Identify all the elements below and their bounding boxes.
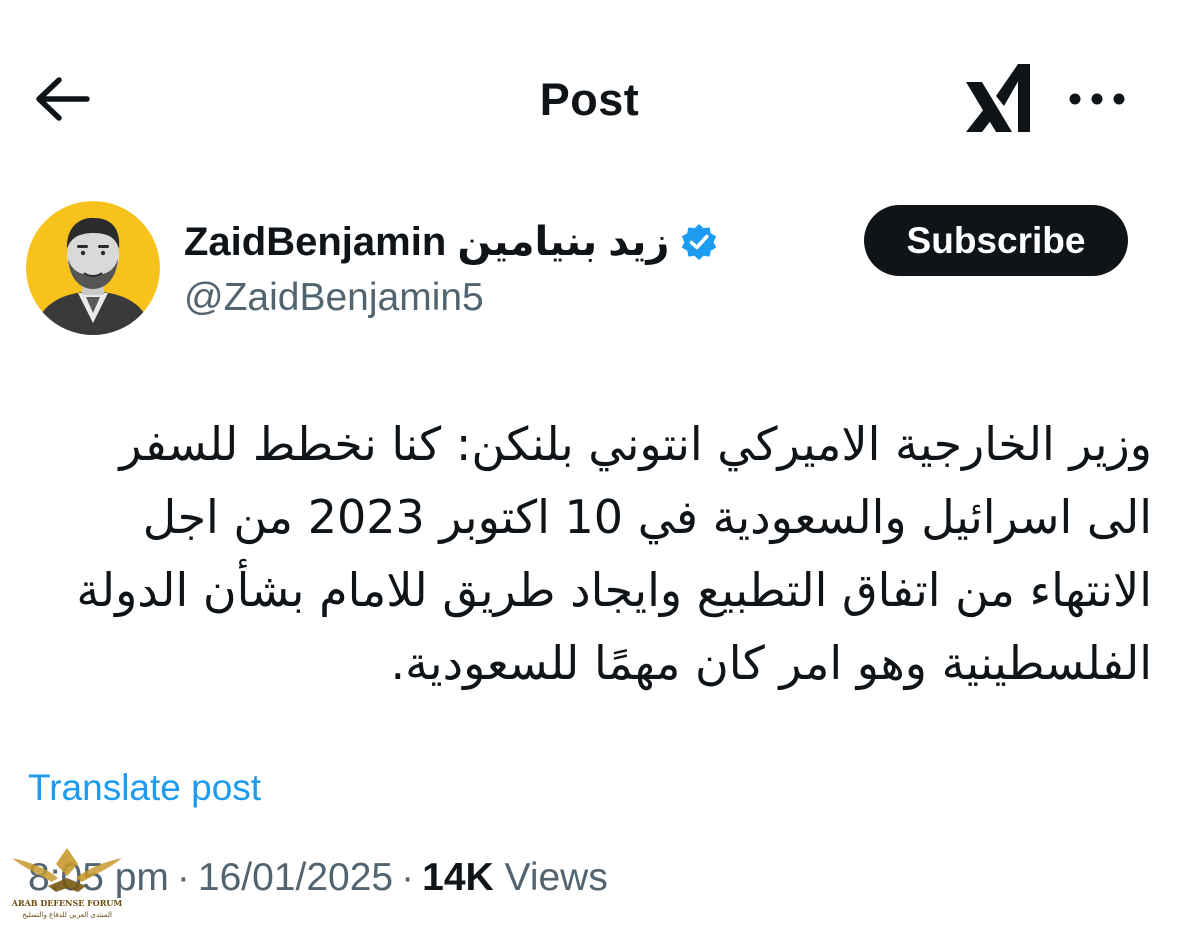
display-name[interactable]: ZaidBenjamin زيد بنيامين (184, 216, 669, 268)
avatar[interactable] (26, 201, 160, 335)
meta-separator: · (176, 856, 190, 899)
post-date[interactable]: 16/01/2025 (198, 856, 393, 899)
verified-badge-icon (682, 224, 717, 260)
tweet-text: وزير الخارجية الاميركي انتوني بلنكن: كنا… (76, 417, 1152, 690)
xai-logo-icon[interactable] (960, 60, 1036, 136)
name-row: ZaidBenjamin زيد بنيامين (184, 216, 824, 268)
translate-post-link[interactable]: Translate post (28, 764, 261, 812)
meta-separator: · (401, 856, 415, 899)
svg-text:ARAB DEFENSE FORUM: ARAB DEFENSE FORUM (11, 898, 123, 908)
user-handle[interactable]: @ZaidBenjamin5 (184, 274, 824, 322)
views-label: Views (504, 856, 608, 899)
more-horizontal-icon (1069, 93, 1125, 105)
views-count[interactable]: 14K (422, 856, 494, 899)
author-block: ZaidBenjamin زيد بنيامين @ZaidBenjamin5 (184, 216, 824, 322)
svg-text:المنتدى العربي للدفاع والتسليح: المنتدى العربي للدفاع والتسليح (22, 911, 112, 919)
more-options-button[interactable] (1060, 78, 1134, 120)
arab-defense-forum-watermark-logo: ARAB DEFENSE FORUM المنتدى العربي للدفاع… (8, 842, 126, 920)
subscribe-button[interactable]: Subscribe (864, 205, 1128, 276)
